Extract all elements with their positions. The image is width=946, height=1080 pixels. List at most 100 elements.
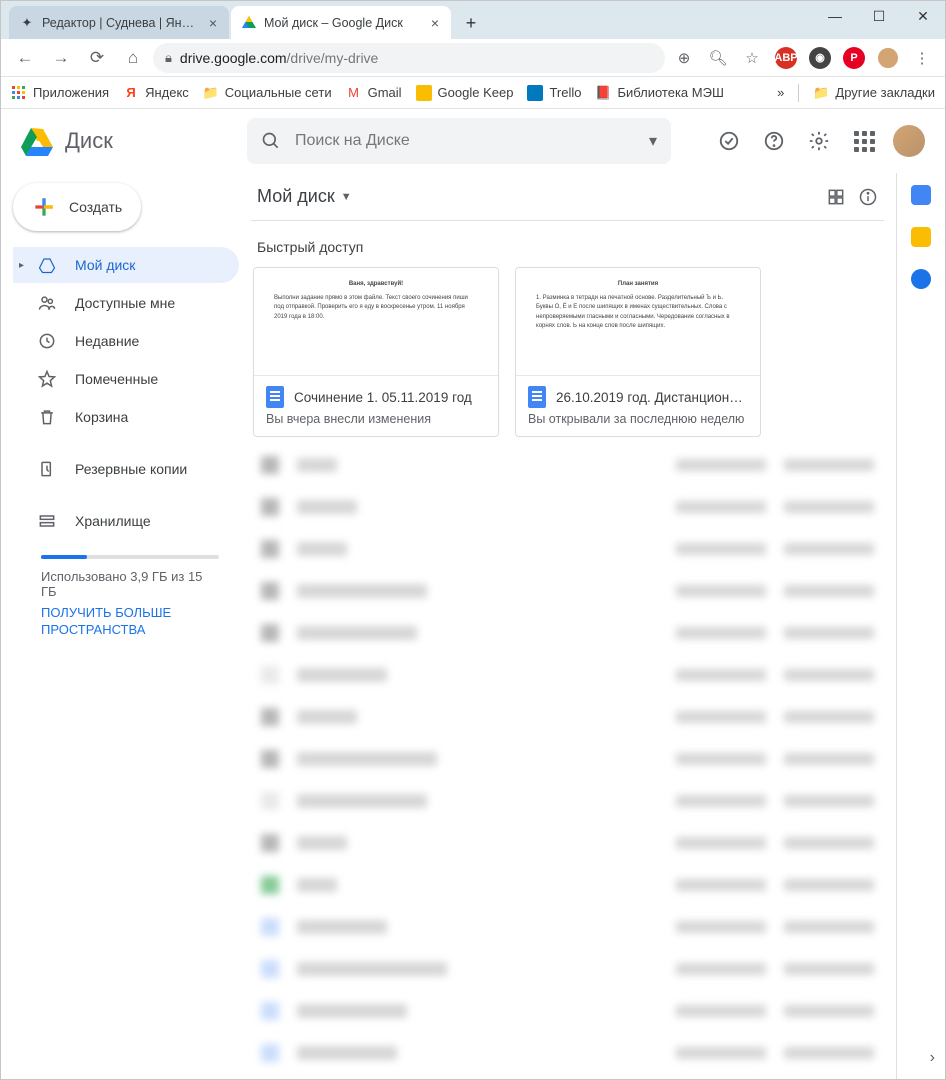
bookmarks-overflow-button[interactable]: » [777, 85, 784, 100]
bookmark-keep[interactable]: Google Keep [416, 85, 514, 101]
card-preview: План занятия 1. Разминка в тетради на пе… [516, 268, 760, 376]
bookmark-label: Яндекс [145, 85, 189, 100]
breadcrumb[interactable]: Мой диск ▼ [251, 186, 352, 207]
grid-view-icon[interactable] [826, 187, 846, 207]
file-list-blurred [251, 455, 884, 1063]
tab-close-icon[interactable]: × [429, 15, 441, 31]
pinterest-extension-icon[interactable]: P [839, 43, 869, 73]
browser-tab-active[interactable]: Мой диск – Google Диск × [231, 6, 451, 39]
url-host: drive.google.com [180, 50, 287, 66]
drive-logo-text: Диск [65, 128, 113, 154]
home-button[interactable]: ⌂ [117, 42, 149, 74]
account-avatar[interactable] [889, 121, 929, 161]
storage-icon [37, 511, 57, 531]
calendar-addon-icon[interactable] [911, 185, 931, 205]
adblock-extension-icon[interactable]: ABP [771, 43, 801, 73]
card-subtitle: Вы открывали за последнюю неделю [528, 412, 748, 426]
quick-access-card[interactable]: Ваня, здравствуй! Выполни задание прямо … [253, 267, 499, 437]
info-icon[interactable] [858, 187, 878, 207]
settings-icon[interactable] [799, 121, 839, 161]
window-maximize-button[interactable]: ☐ [857, 1, 901, 31]
new-tab-button[interactable]: + [457, 9, 485, 37]
reload-button[interactable]: ⟳ [81, 42, 113, 74]
lock-icon: 🔒︎ [165, 50, 172, 66]
storage-upgrade-link[interactable]: ПОЛУЧИТЬ БОЛЬШЕ ПРОСТРАНСТВА [41, 605, 219, 639]
window-close-button[interactable]: ✕ [901, 1, 945, 31]
drive-logo[interactable]: Диск [17, 121, 239, 161]
search-icon [261, 131, 281, 151]
bookmark-mesh[interactable]: 📕 Библиотека МЭШ [595, 85, 723, 101]
sidebar-item-trash[interactable]: Корзина [13, 399, 239, 435]
create-button-label: Создать [69, 199, 122, 215]
sidebar-item-storage[interactable]: Хранилище [13, 503, 239, 539]
bookmark-trello[interactable]: Trello [527, 85, 581, 101]
nav-label: Резервные копии [75, 461, 187, 477]
profile-button[interactable] [873, 43, 903, 73]
create-button[interactable]: Создать [13, 183, 141, 231]
search-bar[interactable]: ▾ [247, 118, 671, 164]
clock-icon [37, 331, 57, 351]
star-icon[interactable]: ☆ [737, 43, 767, 73]
doc-icon [528, 386, 546, 408]
url-bar[interactable]: 🔒︎ drive.google.com/drive/my-drive [153, 43, 665, 73]
side-panel: › [897, 173, 945, 1079]
book-icon: 📕 [595, 85, 611, 101]
nav-label: Хранилище [75, 513, 151, 529]
bookmark-yandex[interactable]: ЯЯндекс [123, 85, 189, 101]
apps-grid-icon [11, 85, 27, 101]
folder-icon: 📁 [813, 85, 829, 101]
tab-close-icon[interactable]: × [207, 15, 219, 31]
sidebar-item-shared[interactable]: Доступные мне [13, 285, 239, 321]
bookmark-label: Библиотека МЭШ [617, 85, 723, 100]
url-path: /drive/my-drive [287, 50, 379, 66]
bookmark-label: Gmail [368, 85, 402, 100]
sidebar-item-starred[interactable]: Помеченные [13, 361, 239, 397]
window-minimize-button[interactable]: — [813, 1, 857, 31]
search-input[interactable] [295, 132, 635, 150]
help-icon[interactable] [754, 121, 794, 161]
plus-icon [31, 194, 57, 220]
bookmark-label: Trello [549, 85, 581, 100]
drive-icon [37, 256, 57, 274]
browser-menu-button[interactable]: ⋮ [907, 43, 937, 73]
bookmark-gmail[interactable]: MGmail [346, 85, 402, 101]
tasks-addon-icon[interactable] [911, 269, 931, 289]
keep-addon-icon[interactable] [911, 227, 931, 247]
zoom-plus-icon[interactable]: ⊕ [669, 43, 699, 73]
trello-icon [527, 85, 543, 101]
offline-status-icon[interactable] [709, 121, 749, 161]
apps-bookmark[interactable]: Приложения [11, 85, 109, 101]
drive-header: Диск ▾ [1, 109, 945, 173]
shared-icon [37, 293, 57, 313]
search-dropdown-icon[interactable]: ▾ [649, 131, 657, 151]
back-button[interactable]: ← [9, 42, 41, 74]
other-bookmarks-folder[interactable]: 📁 Другие закладки [813, 85, 935, 101]
content-area: Мой диск ▼ Быстрый доступ Ваня, здравств… [239, 173, 897, 1079]
sidebar-item-backups[interactable]: Резервные копии [13, 451, 239, 487]
forward-button[interactable]: → [45, 42, 77, 74]
browser-tab-inactive[interactable]: ✦ Редактор | Суднева | Яндекс Дз × [9, 6, 229, 39]
star-icon [37, 369, 57, 389]
sidebar-item-my-drive[interactable]: ▸ Мой диск [13, 247, 239, 283]
sidebar-item-recent[interactable]: Недавние [13, 323, 239, 359]
bookmark-label: Приложения [33, 85, 109, 100]
browser-titlebar: ✦ Редактор | Суднева | Яндекс Дз × Мой д… [1, 1, 945, 39]
bookmark-folder-social[interactable]: 📁Социальные сети [203, 85, 332, 101]
chevron-right-icon[interactable]: ▸ [19, 260, 24, 271]
bookmark-label: Социальные сети [225, 85, 332, 100]
tab-title: Редактор | Суднева | Яндекс Дз [42, 16, 200, 30]
extension-icon[interactable]: ◉ [805, 43, 835, 73]
nav-label: Недавние [75, 333, 139, 349]
nav-label: Мой диск [75, 257, 135, 273]
backup-icon [37, 459, 57, 479]
bookmark-label: Другие закладки [835, 85, 935, 100]
nav-label: Корзина [75, 409, 128, 425]
google-apps-button[interactable] [844, 121, 884, 161]
storage-info: Использовано 3,9 ГБ из 15 ГБ ПОЛУЧИТЬ БО… [13, 541, 239, 639]
quick-access-card[interactable]: План занятия 1. Разминка в тетради на пе… [515, 267, 761, 437]
side-panel-toggle-icon[interactable]: › [930, 1049, 935, 1067]
tab-title: Мой диск – Google Диск [264, 16, 422, 30]
tab-favicon-icon: ✦ [19, 15, 35, 31]
zoom-lens-icon[interactable]: 🔍︎ [703, 43, 733, 73]
keep-icon [416, 85, 432, 101]
